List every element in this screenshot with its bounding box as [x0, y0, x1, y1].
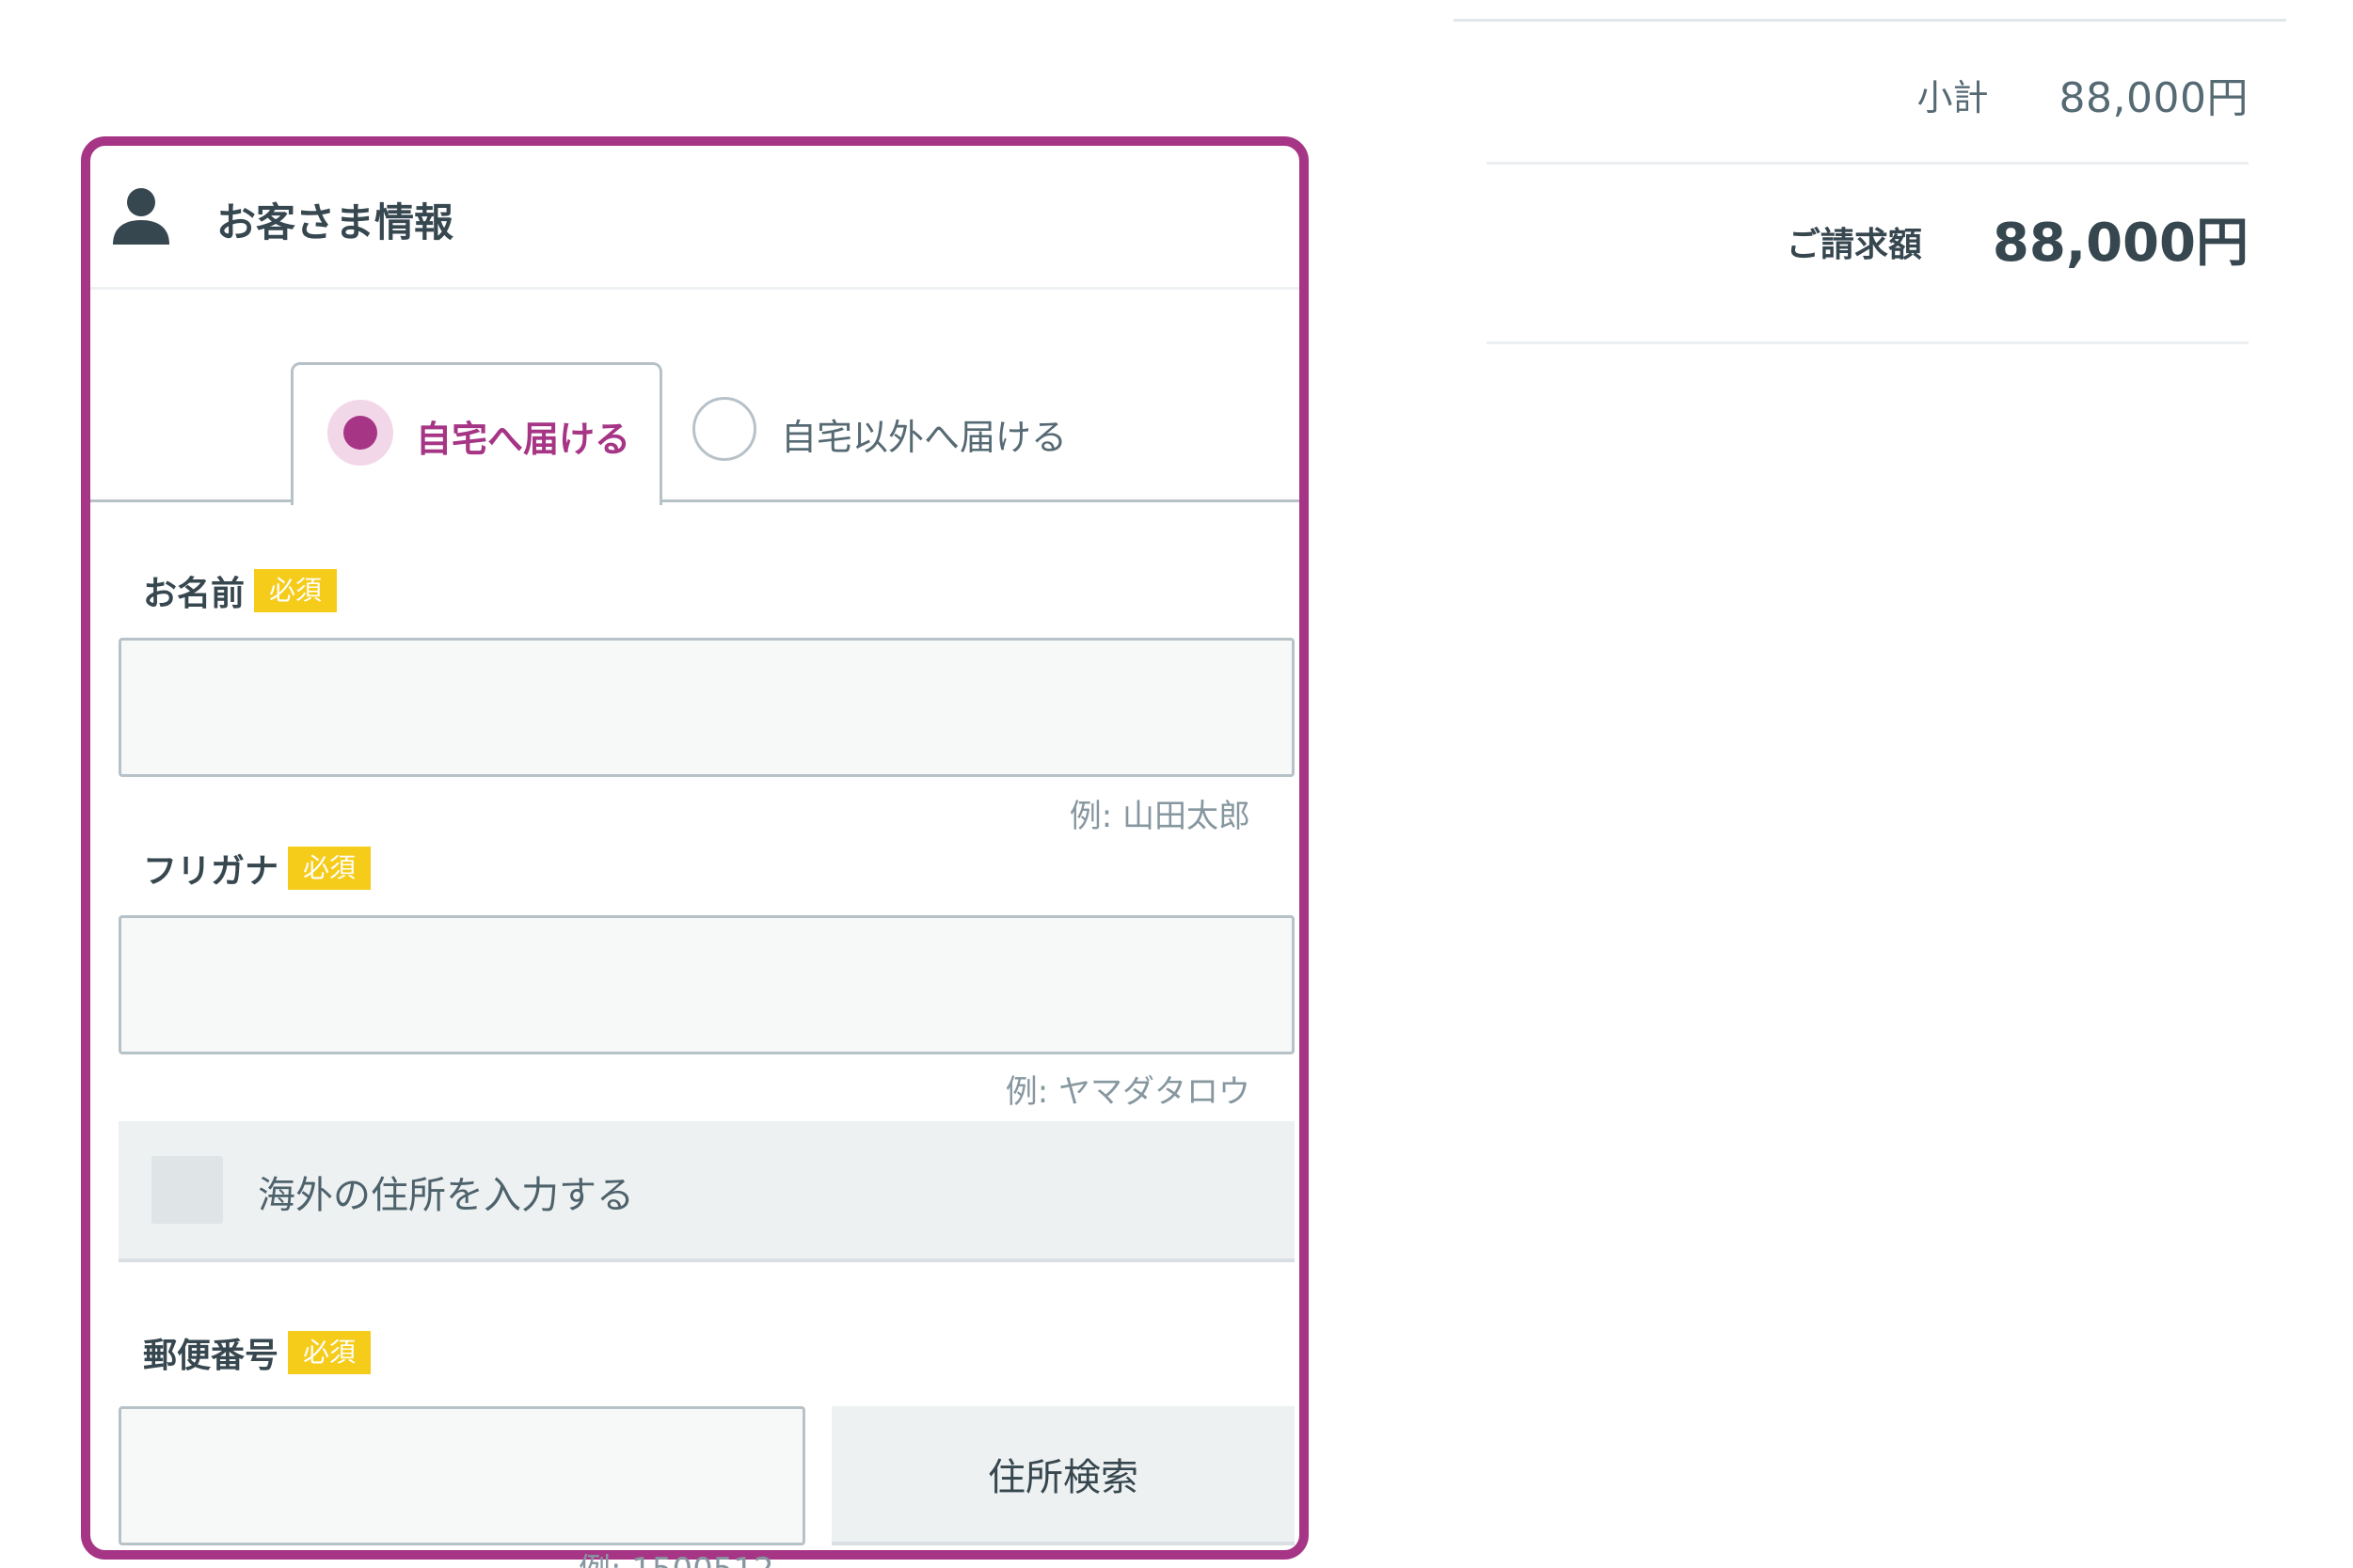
- person-icon: [113, 188, 169, 245]
- kana-label-text: フリガナ: [143, 852, 279, 891]
- billing-total-value: 88,000円: [1992, 212, 2249, 274]
- name-label-text: お名前: [143, 575, 246, 613]
- card-title: お客さま情報: [216, 199, 454, 245]
- tab-home-delivery-label: 自宅へ届ける: [416, 419, 631, 460]
- tab-other-delivery-label: 自宅以外へ届ける: [781, 417, 1068, 458]
- kana-hint: 例: ヤマダタロウ: [1005, 1073, 1250, 1111]
- subtotal-label: 小計: [1916, 76, 1989, 119]
- overseas-address-label: 海外の住所を入力する: [258, 1174, 634, 1217]
- tab-baseline: [90, 499, 1299, 502]
- radio-selected-icon[interactable]: [327, 400, 393, 466]
- kana-field-label: フリガナ 必須: [143, 845, 372, 892]
- postal-field-label: 郵便番号 必須: [143, 1329, 372, 1376]
- customer-info-card: お客さま情報 自宅へ届ける 自宅以外へ届ける お名前 必須 例: 山田太郎 フリ…: [81, 136, 1309, 1560]
- summary-divider: [1487, 162, 2249, 165]
- card-header: お客さま情報: [90, 146, 1299, 290]
- kana-input[interactable]: [119, 915, 1295, 1054]
- tab-home-delivery[interactable]: 自宅へ届ける: [291, 362, 662, 505]
- required-badge: 必須: [288, 847, 372, 890]
- required-badge: 必須: [254, 569, 338, 612]
- radio-unselected-icon[interactable]: [692, 397, 756, 461]
- summary-top-divider: [1454, 19, 2286, 22]
- name-input[interactable]: [119, 638, 1295, 777]
- subtotal-row: 小計 88,000円: [1487, 56, 2249, 132]
- summary-bottom-divider: [1487, 341, 2249, 344]
- postal-hint: 例: 1500512: [579, 1554, 774, 1568]
- overseas-address-checkbox-row[interactable]: 海外の住所を入力する: [119, 1121, 1295, 1262]
- billing-total-label: ご請求額: [1786, 226, 1922, 264]
- billing-total-row: ご請求額 88,000円: [1487, 196, 2249, 280]
- postal-hint-clipped: 例: 1500512: [579, 1554, 774, 1568]
- required-badge: 必須: [288, 1331, 372, 1374]
- name-field-label: お名前 必須: [143, 567, 338, 614]
- postal-label-text: 郵便番号: [143, 1337, 279, 1375]
- overseas-address-checkbox[interactable]: [151, 1156, 223, 1224]
- address-search-button[interactable]: 住所検索: [832, 1406, 1295, 1545]
- postal-code-input[interactable]: [119, 1406, 805, 1545]
- name-hint: 例: 山田太郎: [1069, 798, 1250, 835]
- subtotal-value: 88,000円: [2059, 74, 2249, 122]
